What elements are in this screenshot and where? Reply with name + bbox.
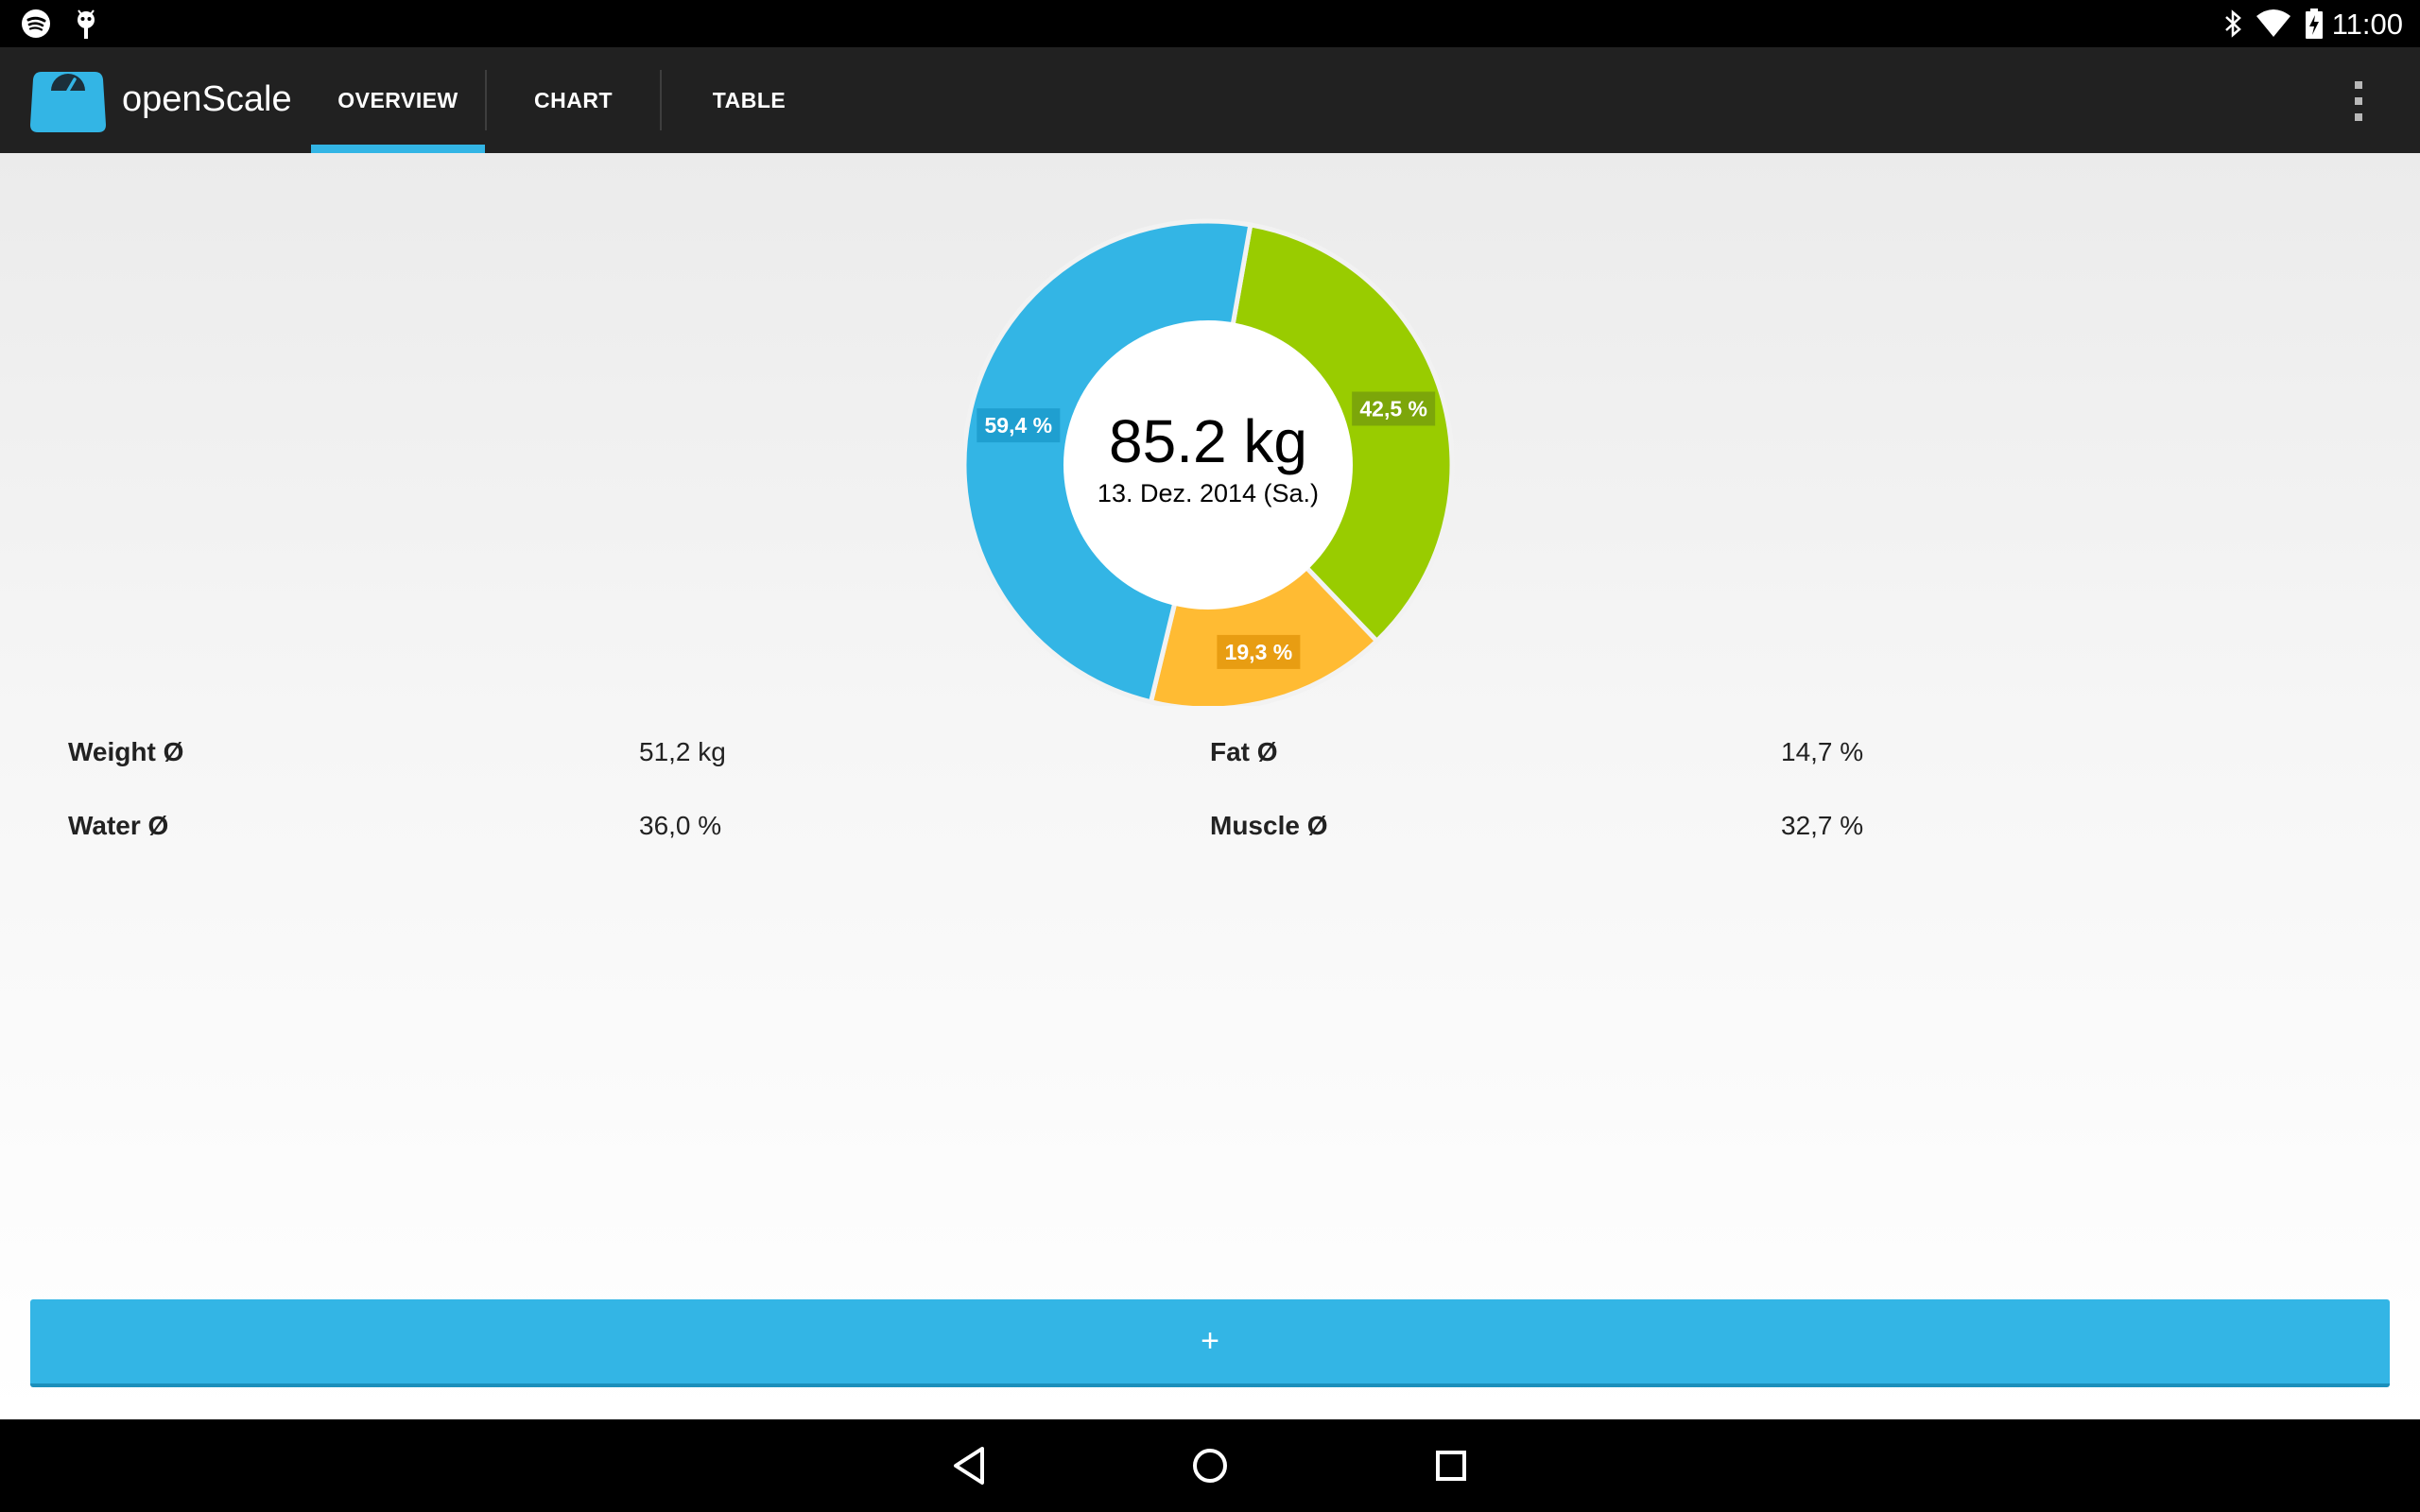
add-button-label: + bbox=[1201, 1323, 1219, 1359]
recents-icon[interactable] bbox=[1427, 1442, 1475, 1489]
tab-table[interactable]: TABLE bbox=[662, 47, 837, 153]
action-bar: openScale OVERVIEW CHART TABLE bbox=[0, 47, 2420, 153]
tab-overview[interactable]: OVERVIEW bbox=[311, 47, 485, 153]
app-title: openScale bbox=[122, 79, 292, 119]
navigation-bar bbox=[0, 1419, 2420, 1512]
weight-avg-label: Weight Ø bbox=[68, 737, 184, 766]
bluetooth-icon bbox=[2225, 9, 2241, 38]
tab-overview-label: OVERVIEW bbox=[337, 87, 458, 112]
water-avg-value: 36,0 % bbox=[639, 811, 722, 840]
weight-donut-chart: 42,5 % 19,3 % 59,4 % 85.2 kg 13. Dez. 2014… bbox=[964, 218, 1455, 706]
fat-avg-value: 14,7 % bbox=[1781, 737, 1864, 766]
status-time: 11:00 bbox=[2331, 8, 2403, 41]
tab-table-label: TABLE bbox=[712, 87, 786, 112]
center-date: 13. Dez. 2014 (Sa.) bbox=[1098, 479, 1319, 507]
battery-charging-icon bbox=[2306, 9, 2323, 39]
tab-chart-label: CHART bbox=[534, 87, 613, 112]
wifi-icon bbox=[2256, 9, 2290, 37]
add-measurement-button[interactable]: + bbox=[30, 1299, 2390, 1387]
tab-chart[interactable]: CHART bbox=[487, 47, 660, 153]
weight-avg-value: 51,2 kg bbox=[639, 737, 726, 766]
status-bar: 11:00 bbox=[0, 0, 2420, 47]
muscle-avg-label: Muscle Ø bbox=[1210, 811, 1328, 840]
slice-label: 19,3 % bbox=[1225, 640, 1293, 664]
android-debug-icon bbox=[78, 9, 95, 39]
slice-label: 59,4 % bbox=[985, 413, 1053, 438]
scale-logo-icon bbox=[30, 72, 106, 132]
overview-content: 42,5 % 19,3 % 59,4 % 85.2 kg 13. Dez. 2014… bbox=[0, 153, 2420, 1419]
more-vert-icon[interactable] bbox=[2341, 79, 2375, 123]
fat-avg-label: Fat Ø bbox=[1210, 737, 1278, 766]
slice-label: 42,5 % bbox=[1359, 396, 1427, 421]
home-icon[interactable] bbox=[1186, 1442, 1234, 1489]
center-weight: 85.2 kg bbox=[1109, 407, 1307, 475]
water-avg-label: Water Ø bbox=[68, 811, 169, 840]
spotify-icon bbox=[22, 9, 50, 38]
muscle-avg-value: 32,7 % bbox=[1781, 811, 1864, 840]
back-icon[interactable] bbox=[945, 1442, 993, 1489]
